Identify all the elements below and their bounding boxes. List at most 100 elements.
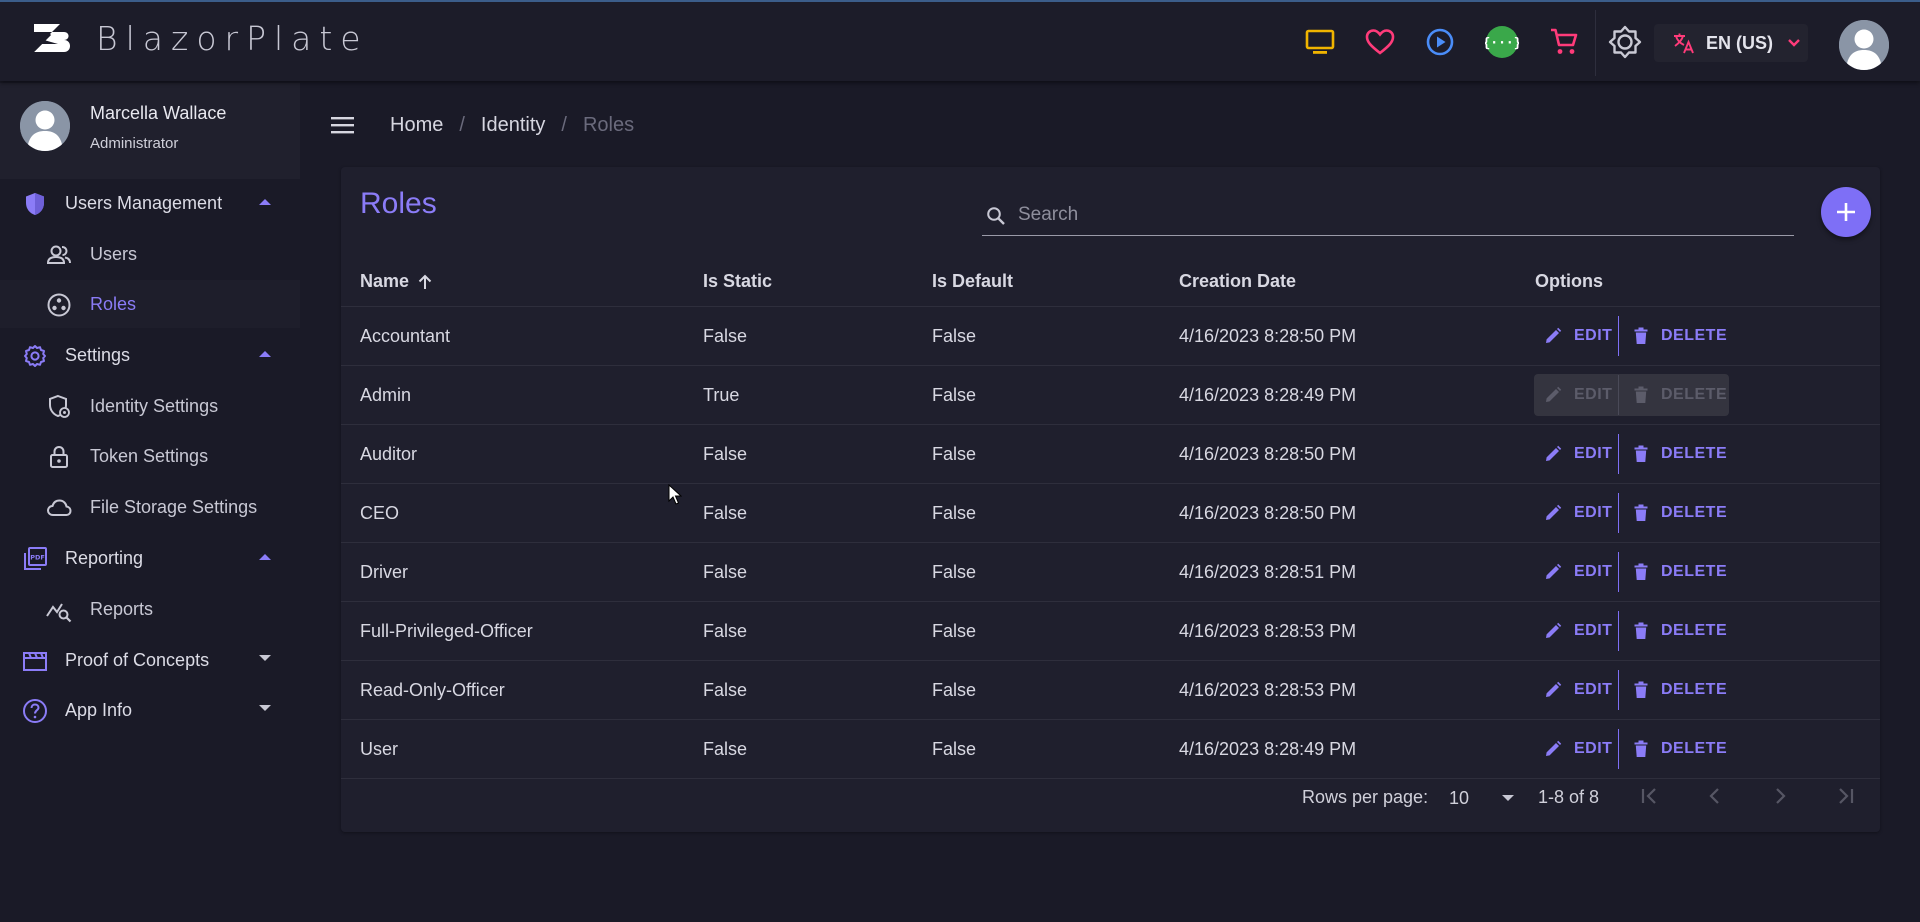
table-row: Auditor False False 4/16/2023 8:28:50 PM EDI… <box>341 425 1880 484</box>
monitor-icon[interactable] <box>1302 24 1338 60</box>
cell-is-static: False <box>703 326 748 346</box>
gear-icon <box>24 345 46 367</box>
edit-button[interactable]: EDIT <box>1534 315 1618 357</box>
nav-group-label: Reporting <box>65 547 144 568</box>
delete-button[interactable]: DELETE <box>1619 669 1727 711</box>
sidebar-item-identity-settings[interactable]: Identity Settings <box>0 382 300 430</box>
breadcrumb-identity[interactable]: Identity <box>481 114 545 137</box>
delete-label: DELETE <box>1661 386 1728 403</box>
rows-per-page-select[interactable]: 10 <box>1449 785 1529 811</box>
table-row: CEO False False 4/16/2023 8:28:50 PM EDIT DEL… <box>341 484 1880 543</box>
sidebar-item-label: File Storage Settings <box>90 496 258 517</box>
search-field[interactable] <box>982 194 1794 236</box>
edit-button[interactable]: EDIT <box>1534 492 1618 534</box>
delete-button[interactable]: DELETE <box>1619 551 1727 593</box>
column-header-is-default[interactable]: Is Default <box>932 271 1013 292</box>
delete-button[interactable]: DELETE <box>1619 492 1727 534</box>
sidebar-item-roles[interactable]: Roles <box>0 280 300 328</box>
trash-icon <box>1634 504 1648 521</box>
trash-icon <box>1634 445 1648 462</box>
trash-icon <box>1634 622 1648 639</box>
chevron-up-icon <box>259 351 271 357</box>
nav-group-users-management[interactable]: Users Management <box>0 179 300 227</box>
pencil-icon <box>1546 445 1562 461</box>
menu-toggle-button[interactable] <box>330 115 360 139</box>
play-circle-icon[interactable] <box>1422 24 1458 60</box>
sidebar-item-reports[interactable]: Reports <box>0 585 300 633</box>
edit-button[interactable]: EDIT <box>1534 374 1618 416</box>
pencil-icon <box>1546 504 1562 520</box>
sidebar-item-token-settings[interactable]: Token Settings <box>0 432 300 480</box>
previous-page-button[interactable] <box>1700 781 1730 811</box>
column-header-creation-date[interactable]: Creation Date <box>1179 271 1296 292</box>
nav-group-app-info[interactable]: App Info <box>0 686 300 734</box>
add-role-button[interactable] <box>1821 187 1871 237</box>
next-page-button[interactable] <box>1765 781 1795 811</box>
trash-icon <box>1634 386 1648 403</box>
edit-label: EDIT <box>1574 504 1613 521</box>
delete-label: DELETE <box>1661 740 1728 757</box>
last-page-button[interactable] <box>1830 781 1860 811</box>
language-selector[interactable]: EN (US) <box>1654 24 1808 62</box>
search-input[interactable] <box>1018 200 1778 230</box>
blazorplate-logo-icon <box>30 24 70 54</box>
cell-creation-date: 4/16/2023 8:28:51 PM <box>1179 562 1357 582</box>
page-title: Roles <box>360 187 437 220</box>
api-icon[interactable]: {···} <box>1484 24 1520 60</box>
edit-button[interactable]: EDIT <box>1534 551 1618 593</box>
cell-name: Auditor <box>360 444 418 464</box>
nav-group-settings[interactable]: Settings <box>0 331 300 379</box>
column-header-label: Options <box>1535 271 1603 291</box>
chevron-up-icon <box>259 199 271 205</box>
column-header-is-static[interactable]: Is Static <box>703 271 772 292</box>
translate-icon <box>1674 33 1694 54</box>
help-circle-icon <box>23 699 47 723</box>
sidebar-item-users[interactable]: Users <box>0 230 300 278</box>
row-options: EDIT DELETE <box>1534 610 1729 652</box>
pencil-icon <box>1546 386 1562 402</box>
edit-label: EDIT <box>1574 386 1613 403</box>
delete-label: DELETE <box>1661 445 1728 462</box>
chevron-down-icon <box>259 705 271 711</box>
cell-creation-date: 4/16/2023 8:28:49 PM <box>1179 385 1357 405</box>
edit-label: EDIT <box>1574 327 1613 344</box>
trash-icon <box>1634 740 1648 757</box>
cell-creation-date: 4/16/2023 8:28:53 PM <box>1179 621 1357 641</box>
heart-icon[interactable] <box>1362 24 1398 60</box>
cell-name: Driver <box>360 562 408 582</box>
nav-group-label: Settings <box>65 344 131 365</box>
brightness-icon[interactable] <box>1607 24 1643 60</box>
breadcrumb-home[interactable]: Home <box>390 114 443 137</box>
chevron-right-icon <box>1776 788 1786 804</box>
cell-is-static: False <box>703 621 748 641</box>
sidebar-item-label: Token Settings <box>90 445 209 466</box>
edit-button[interactable]: EDIT <box>1534 610 1618 652</box>
delete-button[interactable]: DELETE <box>1619 433 1727 475</box>
cart-icon[interactable] <box>1546 24 1582 60</box>
query-stats-icon <box>46 603 72 623</box>
language-label: EN (US) <box>1706 32 1773 53</box>
sidebar: Marcella Wallace Administrator Users Man… <box>0 83 300 922</box>
edit-button[interactable]: EDIT <box>1534 433 1618 475</box>
column-header-label: Name <box>360 271 410 291</box>
delete-button[interactable]: DELETE <box>1619 315 1727 357</box>
nav-group-proof-of-concepts[interactable]: Proof of Concepts <box>0 636 300 684</box>
row-options: EDIT DELETE <box>1534 315 1729 357</box>
edit-button[interactable]: EDIT <box>1534 669 1618 711</box>
chevron-down-icon <box>1788 39 1800 47</box>
user-avatar[interactable] <box>1839 20 1889 70</box>
cell-is-default: False <box>932 562 977 582</box>
nav-group-reporting[interactable]: PDF Reporting <box>0 534 300 582</box>
profile-card[interactable]: Marcella Wallace Administrator <box>0 83 300 179</box>
sidebar-item-file-storage-settings[interactable]: File Storage Settings <box>0 483 300 531</box>
cell-is-static: False <box>703 739 748 759</box>
column-header-name[interactable]: Name <box>360 271 433 292</box>
delete-button[interactable]: DELETE <box>1619 374 1727 416</box>
delete-button[interactable]: DELETE <box>1619 610 1727 652</box>
roles-icon <box>47 293 71 317</box>
brand[interactable]: BlazorPlate <box>30 18 369 58</box>
cell-is-static: False <box>703 562 748 582</box>
first-page-button[interactable] <box>1635 781 1665 811</box>
pencil-icon <box>1546 327 1562 343</box>
cell-name: Full-Privileged-Officer <box>360 621 533 641</box>
